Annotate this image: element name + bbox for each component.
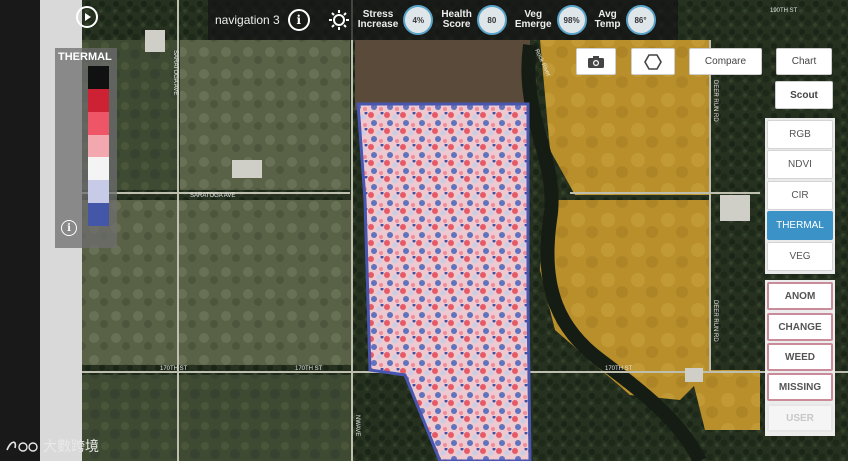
map-label-170th-left: 170TH ST (160, 366, 188, 372)
metric-value: 4% (403, 5, 434, 35)
ramp-swatch (88, 134, 109, 158)
ramp-swatch (88, 66, 109, 89)
metric-avg-temp[interactable]: Avg Temp 86° (595, 5, 656, 35)
map-label-road-mid: DEER RUN RD (712, 80, 718, 122)
legend-title: THERMAL (58, 51, 112, 63)
tool-anom[interactable]: ANOM (767, 282, 833, 310)
metric-veg-emerge[interactable]: Veg Emerge 98% (515, 5, 587, 35)
tool-user[interactable]: USER (767, 404, 833, 432)
top-info-bar: navigation 3 i Stress Increase 4% Health S… (208, 0, 678, 40)
map-label-road-right: DEER RUN RD (712, 300, 718, 342)
layer-ndvi[interactable]: NDVI (767, 150, 833, 179)
thermal-legend: THERMAL i (55, 48, 117, 248)
ramp-swatch (88, 203, 109, 226)
hexagon-button[interactable] (631, 48, 675, 75)
map-label-top-right: 190TH ST (770, 8, 798, 14)
camera-button[interactable] (576, 48, 616, 75)
metric-health[interactable]: Health Score 80 (441, 5, 507, 35)
metric-label: Increase (357, 19, 399, 30)
color-ramp (88, 66, 109, 288)
tool-change[interactable]: CHANGE (767, 313, 833, 341)
metric-value: 80 (476, 5, 507, 35)
watermark-logo-icon (6, 441, 38, 452)
scout-button[interactable]: Scout (775, 81, 833, 109)
legend-info-icon[interactable]: i (61, 220, 77, 236)
tool-missing[interactable]: MISSING (767, 373, 833, 401)
camera-icon (588, 55, 604, 68)
metric-label: Temp (594, 19, 621, 30)
watermark-text: 大數跨境 (43, 439, 99, 455)
map-label-170th-right: 170TH ST (605, 366, 633, 372)
sun-icon[interactable] (328, 9, 350, 31)
expand-arrow-button[interactable] (76, 6, 98, 28)
map-label-bottom-road: NWAVE (354, 415, 360, 436)
map-label-170th-mid: 170TH ST (295, 366, 323, 372)
map-label-road-left: SARATOGA AVE (172, 50, 178, 95)
metric-label: Emerge (514, 19, 552, 30)
layer-thermal[interactable]: THERMAL (767, 211, 833, 240)
ramp-swatch (88, 180, 109, 204)
metric-value: 86° (625, 5, 656, 35)
metric-label: Score (442, 19, 471, 30)
hexagon-icon (644, 53, 662, 70)
navigation-label: navigation 3 (215, 13, 280, 27)
watermark: 大數跨境 (5, 436, 99, 456)
chart-button[interactable]: Chart (776, 48, 832, 75)
compare-button[interactable]: Compare (689, 48, 762, 75)
layer-cir[interactable]: CIR (767, 181, 833, 210)
ramp-swatch (88, 111, 109, 135)
info-icon[interactable]: i (287, 9, 310, 31)
ramp-swatch (88, 88, 109, 112)
map-label-saratoga: SARATOGA AVE (190, 193, 235, 199)
layer-rgb[interactable]: RGB (767, 120, 833, 149)
layer-veg[interactable]: VEG (767, 242, 833, 271)
metric-value: 98% (556, 5, 587, 35)
ramp-swatch (88, 157, 109, 181)
tool-weed[interactable]: WEED (767, 343, 833, 371)
chevron-right-icon (85, 13, 91, 21)
metric-stress[interactable]: Stress Increase 4% (358, 5, 434, 35)
